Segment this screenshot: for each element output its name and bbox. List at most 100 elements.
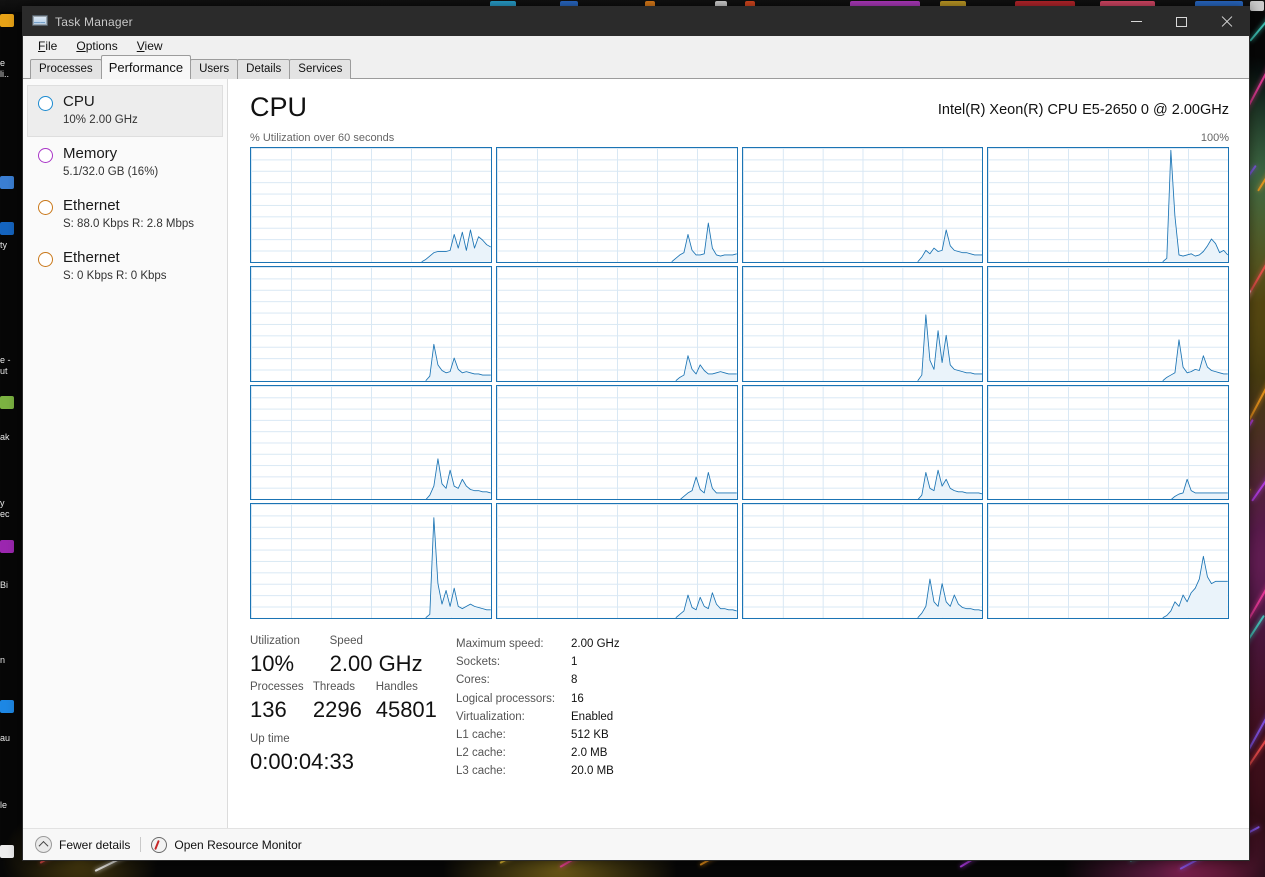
fewer-details-button[interactable]: Fewer details	[35, 836, 130, 853]
cpu-utilization-trace	[251, 504, 491, 618]
desktop-icon[interactable]	[0, 222, 14, 235]
cpu-core-graph-10[interactable]	[741, 384, 984, 501]
resource-indicator-icon	[38, 148, 53, 163]
menu-item-options-rest: ptions	[85, 39, 118, 53]
close-button[interactable]	[1204, 7, 1249, 36]
desktop-icon[interactable]	[0, 176, 14, 189]
sidebar-item-title: Ethernet	[63, 197, 120, 214]
tab-performance[interactable]: Performance	[100, 55, 192, 79]
sidebar-item-texts: Ethernet S: 88.0 Kbps R: 2.8 Mbps	[63, 197, 194, 232]
sidebar-item-memory-1[interactable]: Memory 5.1/32.0 GB (16%)	[27, 137, 223, 189]
maximize-button[interactable]	[1159, 7, 1204, 36]
sidebar-item-title: Ethernet	[63, 249, 120, 266]
tab-processes[interactable]: Processes	[30, 59, 102, 79]
desktop-icon-label: li..	[0, 69, 9, 79]
cpu-utilization-trace	[497, 386, 737, 500]
cpu-detail-row: L1 cache: 512 KB	[456, 726, 1229, 744]
tab-details[interactable]: Details	[237, 59, 291, 79]
tab-label: Details	[246, 63, 282, 75]
stat-speed-label: Speed	[329, 635, 363, 647]
logical-processor-graph-grid[interactable]	[250, 147, 1229, 619]
stat-uptime-label: Up time	[250, 733, 290, 745]
menu-item-view[interactable]: View	[129, 37, 172, 56]
desktop-icon-labels: e li.. ty e - ut ak y ec Bi n au le	[0, 0, 22, 877]
cpu-core-graph-8[interactable]	[250, 384, 492, 501]
stat-processes: Processes 136	[250, 679, 309, 725]
sidebar-item-subtitle: S: 88.0 Kbps R: 2.8 Mbps	[63, 218, 195, 230]
desktop-icon[interactable]	[0, 845, 14, 858]
resource-indicator-icon	[38, 96, 53, 111]
stat-uptime-value: 0:00:04:33	[250, 749, 354, 774]
stat-processes-label: Processes	[250, 681, 304, 693]
sidebar-item-cpu-0[interactable]: CPU 10% 2.00 GHz	[27, 85, 223, 137]
sidebar-item-ethernet-3[interactable]: Ethernet S: 0 Kbps R: 0 Kbps	[27, 241, 223, 293]
window-body: CPU 10% 2.00 GHz Memory 5.1/32.0 GB (16%) Et…	[23, 79, 1249, 828]
sidebar-item-subtitle: 10% 2.00 GHz	[63, 114, 138, 126]
window-controls	[1114, 7, 1249, 36]
cpu-utilization-trace	[988, 148, 1228, 262]
tab-label: Services	[298, 63, 343, 75]
stat-processes-value: 136	[250, 697, 287, 722]
tab-label: Performance	[108, 60, 184, 75]
desktop-icon[interactable]	[0, 700, 14, 713]
tab-label: Users	[199, 63, 230, 75]
cpu-detail-row: L3 cache: 20.0 MB	[456, 762, 1229, 780]
desktop-icon[interactable]	[0, 540, 14, 553]
cpu-detail-key: L1 cache:	[456, 729, 506, 742]
tab-services[interactable]: Services	[289, 59, 352, 79]
cpu-core-graph-15[interactable]	[987, 503, 1229, 619]
stat-utilization-value: 10%	[250, 651, 295, 676]
cpu-core-graph-12[interactable]	[250, 503, 492, 619]
graph-y-max-label: 100%	[1200, 132, 1229, 144]
cpu-detail-key: Virtualization:	[456, 710, 525, 723]
cpu-core-graph-7[interactable]	[987, 265, 1229, 382]
stat-handles: Handles 45801	[376, 679, 446, 725]
minimize-button[interactable]	[1114, 7, 1159, 36]
stat-utilization: Utilization 10%	[250, 633, 326, 679]
tab-users[interactable]: Users	[190, 59, 239, 79]
cpu-core-graph-5[interactable]	[495, 265, 738, 382]
desktop-icon-label: n	[0, 655, 6, 665]
cpu-core-graph-6[interactable]	[741, 265, 984, 382]
sidebar-item-texts: CPU 10% 2.00 GHz	[63, 93, 138, 128]
cpu-utilization-trace	[251, 267, 491, 381]
resource-monitor-icon	[151, 836, 168, 853]
cpu-core-graph-14[interactable]	[741, 503, 984, 619]
resource-indicator-icon	[38, 252, 53, 267]
cpu-core-graph-1[interactable]	[495, 147, 738, 263]
status-bar: Fewer details Open Resource Monitor	[23, 828, 1249, 860]
title-bar[interactable]: Task Manager	[23, 7, 1249, 36]
menu-item-options[interactable]: Options	[68, 37, 126, 56]
desktop-icon-label: e -	[0, 355, 11, 365]
cpu-model-label: Intel(R) Xeon(R) CPU E5-2650 0 @ 2.00GHz	[937, 102, 1229, 118]
task-manager-icon	[32, 14, 48, 29]
stat-threads-label: Threads	[312, 681, 356, 693]
sidebar-item-texts: Ethernet S: 0 Kbps R: 0 Kbps	[63, 249, 167, 284]
cpu-core-graph-3[interactable]	[987, 147, 1229, 263]
cpu-utilization-trace	[497, 267, 737, 381]
cpu-core-graph-11[interactable]	[987, 384, 1229, 501]
cpu-core-graph-2[interactable]	[741, 147, 984, 263]
desktop-icon-label: Bi	[0, 580, 9, 590]
cpu-detail-key: Logical processors:	[456, 692, 556, 705]
desktop-icon[interactable]	[0, 396, 14, 409]
cpu-detail-row: Virtualization: Enabled	[456, 708, 1229, 726]
cpu-core-graph-13[interactable]	[495, 503, 738, 619]
desktop-icon-label: e	[0, 58, 6, 68]
sidebar-item-title: Memory	[63, 145, 118, 162]
cpu-core-graph-9[interactable]	[495, 384, 738, 501]
status-bar-divider	[140, 837, 142, 852]
cpu-core-graph-4[interactable]	[250, 265, 492, 382]
desktop-icon[interactable]	[0, 14, 14, 27]
cpu-core-graph-0[interactable]	[250, 147, 492, 263]
cpu-detail-value: 512 KB	[571, 729, 609, 742]
taskbar-icon[interactable]	[1250, 1, 1264, 11]
desktop-icon-label: ty	[0, 240, 8, 250]
sidebar-item-ethernet-2[interactable]: Ethernet S: 88.0 Kbps R: 2.8 Mbps	[27, 189, 223, 241]
sidebar-item-subtitle: S: 0 Kbps R: 0 Kbps	[63, 270, 167, 282]
menu-item-file[interactable]: File	[30, 37, 66, 56]
cpu-utilization-trace	[743, 386, 983, 500]
cpu-utilization-trace	[988, 504, 1228, 618]
cpu-utilization-trace	[497, 504, 737, 618]
open-resource-monitor-button[interactable]: Open Resource Monitor	[151, 836, 302, 853]
